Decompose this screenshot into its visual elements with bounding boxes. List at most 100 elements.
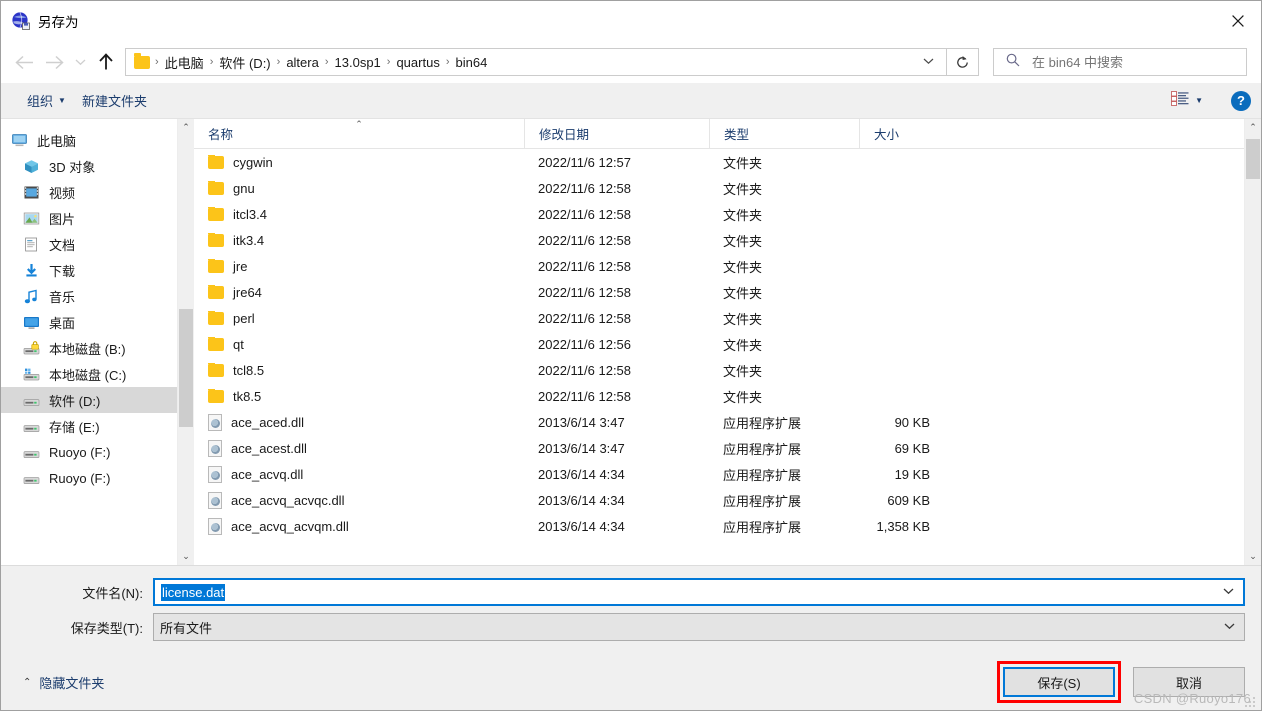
cancel-button-label: 取消 <box>1175 675 1202 691</box>
sidebar-item-label: 本地磁盘 (B:) <box>49 341 126 357</box>
sidebar-scroll-up-icon[interactable]: ⌃ <box>178 119 194 136</box>
sidebar-item-2[interactable]: 视频 <box>1 179 177 205</box>
documents-icon <box>23 236 42 252</box>
filename-chevron-down-icon[interactable] <box>1215 586 1241 598</box>
table-row[interactable]: ace_acvq.dll 2013/6/14 4:34 应用程序扩展 19 KB <box>194 461 1244 487</box>
file-date: 2013/6/14 3:47 <box>538 440 625 456</box>
column-header-1[interactable]: 修改日期 <box>524 118 709 149</box>
column-header-2[interactable]: 类型 <box>709 118 859 149</box>
table-row[interactable]: cygwin 2022/11/6 12:57 文件夹 <box>194 149 1244 175</box>
sidebar-item-7[interactable]: 桌面 <box>1 309 177 335</box>
file-name: tcl8.5 <box>233 362 265 378</box>
table-row[interactable]: jre 2022/11/6 12:58 文件夹 <box>194 253 1244 279</box>
search-input[interactable] <box>1030 53 1240 71</box>
breadcrumb-item-quartus[interactable]: quartus <box>391 53 444 72</box>
hide-folders-toggle[interactable]: ⌃ 隐藏文件夹 <box>17 669 110 696</box>
back-icon[interactable] <box>9 47 39 77</box>
navigation-pane[interactable]: 此电脑 3D 对象视频 图片 文档 下载 音乐 桌面本地磁盘 (B:) 本地磁盘 (C:) 软件… <box>1 119 177 565</box>
file-type: 应用程序扩展 <box>723 467 802 483</box>
breadcrumb-item-13-0sp1[interactable]: 13.0sp1 <box>330 53 386 72</box>
search-box[interactable] <box>993 48 1247 76</box>
sidebar-item-label: 存储 (E:) <box>49 419 100 435</box>
file-scroll-up-icon[interactable]: ⌃ <box>1245 119 1261 136</box>
sidebar-item-1[interactable]: 3D 对象 <box>1 153 177 179</box>
sidebar-item-13[interactable]: Ruoyo (F:) <box>1 465 177 491</box>
help-button[interactable]: ? <box>1231 90 1251 111</box>
sidebar-item-11[interactable]: 存储 (E:) <box>1 413 177 439</box>
breadcrumb-item-this-pc[interactable]: 此电脑 <box>160 51 209 74</box>
new-folder-button[interactable]: 新建文件夹 <box>74 87 155 114</box>
file-rows[interactable]: cygwin 2022/11/6 12:57 文件夹 gnu 2022/11/6 12:… <box>194 149 1244 565</box>
save-button[interactable]: 保存(S) <box>1003 667 1115 697</box>
drive-icon <box>23 470 42 486</box>
sidebar-scroll-down-icon[interactable]: ⌄ <box>178 548 194 565</box>
search-icon <box>1006 53 1020 72</box>
file-name-cell: cygwin <box>194 154 524 170</box>
breadcrumb-item-drive-d[interactable]: 软件 (D:) <box>214 51 275 74</box>
table-row[interactable]: tk8.5 2022/11/6 12:58 文件夹 <box>194 383 1244 409</box>
file-name: gnu <box>233 180 255 196</box>
sidebar-item-8[interactable]: 本地磁盘 (B:) <box>1 335 177 361</box>
up-icon[interactable] <box>91 47 121 77</box>
sidebar-item-9[interactable]: 本地磁盘 (C:) <box>1 361 177 387</box>
filename-field[interactable]: license.dat <box>153 578 1245 606</box>
refresh-icon[interactable] <box>947 48 979 76</box>
sidebar-item-5[interactable]: 下载 <box>1 257 177 283</box>
filetype-select[interactable]: 所有文件 <box>153 613 1245 641</box>
file-scroll-thumb[interactable] <box>1246 139 1260 179</box>
table-row[interactable]: qt 2022/11/6 12:56 文件夹 <box>194 331 1244 357</box>
sidebar-item-0[interactable]: 此电脑 <box>1 127 177 153</box>
file-list-scrollbar[interactable]: ⌃ ⌄ <box>1244 119 1261 565</box>
file-date: 2022/11/6 12:58 <box>538 206 632 222</box>
dll-icon <box>208 439 222 457</box>
breadcrumb-chevron-down-icon[interactable] <box>915 56 942 68</box>
filetype-label: 保存类型(T): <box>70 620 143 636</box>
table-row[interactable]: perl 2022/11/6 12:58 文件夹 <box>194 305 1244 331</box>
file-date: 2013/6/14 4:34 <box>538 466 625 482</box>
filetype-chevron-down-icon[interactable] <box>1216 621 1242 633</box>
sidebar-item-6[interactable]: 音乐 <box>1 283 177 309</box>
filename-value[interactable]: license.dat <box>161 583 226 601</box>
command-bar: 组织 ▼ 新建文件夹 ▼ ? <box>1 83 1261 119</box>
file-name-cell: qt <box>194 336 524 352</box>
sidebar-scroll-thumb[interactable] <box>179 309 193 427</box>
table-row[interactable]: ace_aced.dll 2013/6/14 3:47 应用程序扩展 90 KB <box>194 409 1244 435</box>
table-row[interactable]: itk3.4 2022/11/6 12:58 文件夹 <box>194 227 1244 253</box>
file-type: 文件夹 <box>723 311 763 327</box>
sidebar-scrollbar[interactable]: ⌃ ⌄ <box>177 119 194 565</box>
sidebar-item-10[interactable]: 软件 (D:) <box>1 387 177 413</box>
file-scroll-down-icon[interactable]: ⌄ <box>1245 548 1261 565</box>
table-row[interactable]: jre64 2022/11/6 12:58 文件夹 <box>194 279 1244 305</box>
sidebar-item-3[interactable]: 图片 <box>1 205 177 231</box>
table-row[interactable]: tcl8.5 2022/11/6 12:58 文件夹 <box>194 357 1244 383</box>
cancel-button[interactable]: 取消 <box>1133 667 1245 697</box>
table-row[interactable]: ace_acest.dll 2013/6/14 3:47 应用程序扩展 69 KB <box>194 435 1244 461</box>
column-header-3[interactable]: 大小 <box>859 118 964 149</box>
table-row[interactable]: ace_acvq_acvqm.dll 2013/6/14 4:34 应用程序扩展 1,… <box>194 513 1244 539</box>
sidebar-item-label: 3D 对象 <box>49 159 96 175</box>
sidebar-item-label: 软件 (D:) <box>49 393 101 409</box>
locked-drive-icon <box>23 340 42 356</box>
sidebar-item-12[interactable]: Ruoyo (F:) <box>1 439 177 465</box>
file-date: 2022/11/6 12:58 <box>538 388 632 404</box>
close-icon[interactable] <box>1215 1 1261 41</box>
file-size: 609 KB <box>887 492 930 508</box>
file-name: cygwin <box>233 154 273 170</box>
file-name: itk3.4 <box>233 232 265 248</box>
recent-locations-chevron-down-icon[interactable] <box>69 47 91 77</box>
file-name-cell: itk3.4 <box>194 232 524 248</box>
sidebar-item-4[interactable]: 文档 <box>1 231 177 257</box>
file-size: 1,358 KB <box>876 518 931 534</box>
forward-icon[interactable] <box>39 47 69 77</box>
table-row[interactable]: gnu 2022/11/6 12:58 文件夹 <box>194 175 1244 201</box>
view-options-button[interactable]: ▼ <box>1165 88 1209 114</box>
folder-icon <box>208 180 224 195</box>
breadcrumb[interactable]: › 此电脑 › 软件 (D:) › altera › 13.0sp1 › qua… <box>125 48 947 76</box>
breadcrumb-item-bin64[interactable]: bin64 <box>451 53 493 72</box>
table-row[interactable]: ace_acvq_acvqc.dll 2013/6/14 4:34 应用程序扩展 60… <box>194 487 1244 513</box>
organize-button[interactable]: 组织 ▼ <box>19 87 74 114</box>
table-row[interactable]: itcl3.4 2022/11/6 12:58 文件夹 <box>194 201 1244 227</box>
column-header-0[interactable]: ⌃ 名称 <box>194 119 524 149</box>
breadcrumb-item-altera[interactable]: altera <box>281 53 324 72</box>
resize-grip[interactable] <box>1245 695 1257 707</box>
